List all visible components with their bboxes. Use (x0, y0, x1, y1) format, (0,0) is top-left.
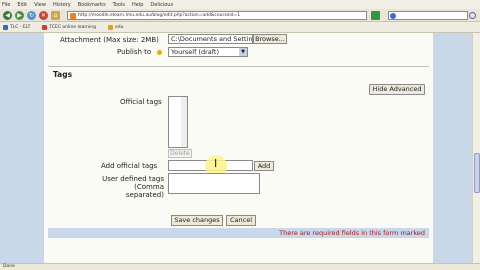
required-fields-bar: There are required fields in this form m… (48, 228, 429, 238)
help-icon[interactable] (157, 50, 162, 55)
menu-view[interactable]: View (34, 2, 46, 8)
chevron-down-icon[interactable]: ▼ (239, 48, 247, 56)
right-side-strip (433, 33, 472, 263)
menu-delicious[interactable]: Delicious (150, 2, 173, 8)
menu-tools[interactable]: Tools (113, 2, 125, 8)
bookmark-icon (3, 24, 8, 30)
attachment-field[interactable]: C:\Documents and Settin (168, 34, 253, 44)
bookmark-item[interactable]: TCEC online learning (42, 24, 96, 30)
address-text: http://moodle.elearn.lmu.edu.au/blog/edi… (78, 12, 241, 18)
bookmark-item[interactable]: TLC - ELT (3, 24, 31, 30)
user-defined-tags-label-line2: separated) (125, 191, 164, 199)
menu-bookmarks[interactable]: Bookmarks (78, 2, 106, 8)
menu-edit[interactable]: Edit (17, 2, 27, 8)
save-changes-button[interactable]: Save changes (171, 215, 223, 226)
browser-window: File Edit View History Bookmarks Tools H… (0, 0, 480, 270)
add-button[interactable]: Add (254, 161, 274, 171)
browse-button[interactable]: Browse... (253, 34, 287, 44)
blog-entry-form: Attachment (Max size: 2MB) C:\Documents … (44, 33, 433, 263)
stop-icon[interactable]: ✕ (39, 10, 48, 20)
back-icon[interactable]: ◀ (3, 10, 12, 20)
navigation-toolbar: ◀ ▶ ↻ ✕ ⌂ http://moodle.elearn.lmu.edu.a… (0, 9, 480, 22)
list-scrollbar[interactable] (181, 97, 187, 147)
menu-file[interactable]: File (2, 2, 10, 8)
bookmarks-toolbar: TLC - ELT TCEC online learning edu (0, 22, 480, 33)
user-defined-tags-label-line1: User defined tags (Comma (102, 175, 164, 191)
favicon-icon (70, 12, 76, 19)
publish-to-label: Publish to (117, 48, 152, 56)
publish-to-select[interactable]: Yourself (draft) ▼ (168, 47, 248, 57)
bookmark-item[interactable]: edu (107, 24, 124, 30)
bookmark-label: TLC - ELT (10, 24, 31, 30)
cancel-button[interactable]: Cancel (226, 215, 256, 226)
go-icon[interactable] (371, 10, 380, 20)
hide-advanced-button[interactable]: Hide Advanced (369, 84, 425, 95)
attachment-label: Attachment (Max size: 2MB) (60, 36, 159, 44)
home-icon[interactable]: ⌂ (51, 10, 60, 20)
bookmark-label: edu (114, 24, 124, 30)
text-cursor-icon: I (214, 157, 218, 170)
publish-to-value: Yourself (draft) (171, 48, 219, 56)
official-tags-list[interactable] (168, 96, 188, 148)
folder-icon (107, 24, 113, 30)
official-tags-label: Official tags (120, 98, 162, 106)
forward-icon[interactable]: ▶ (15, 10, 24, 20)
menu-help[interactable]: Help (132, 2, 143, 8)
reload-icon[interactable]: ↻ (27, 10, 36, 20)
user-defined-tags-label: User defined tags (Comma separated) (72, 175, 164, 199)
left-side-strip (0, 33, 44, 263)
address-bar[interactable]: http://moodle.elearn.lmu.edu.au/blog/edi… (67, 10, 367, 20)
web-page: Attachment (Max size: 2MB) C:\Documents … (0, 33, 472, 263)
delete-button[interactable]: Delete (168, 149, 192, 158)
page-scrollbar[interactable] (472, 33, 480, 263)
add-official-tags-label: Add official tags (101, 162, 158, 170)
tags-legend: Tags (51, 70, 75, 79)
menu-bar: File Edit View History Bookmarks Tools H… (0, 0, 480, 9)
user-defined-tags-textarea[interactable] (168, 173, 260, 194)
menu-history[interactable]: History (53, 2, 71, 8)
scrollbar-thumb[interactable] (474, 153, 480, 193)
google-icon (390, 12, 396, 19)
bookmark-icon (42, 24, 48, 30)
required-fields-text: There are required fields in this form m… (279, 229, 425, 237)
search-input[interactable] (388, 10, 476, 20)
bookmark-label: TCEC online learning (49, 24, 96, 30)
status-bar: Done (0, 263, 480, 270)
search-icon[interactable] (469, 11, 476, 19)
